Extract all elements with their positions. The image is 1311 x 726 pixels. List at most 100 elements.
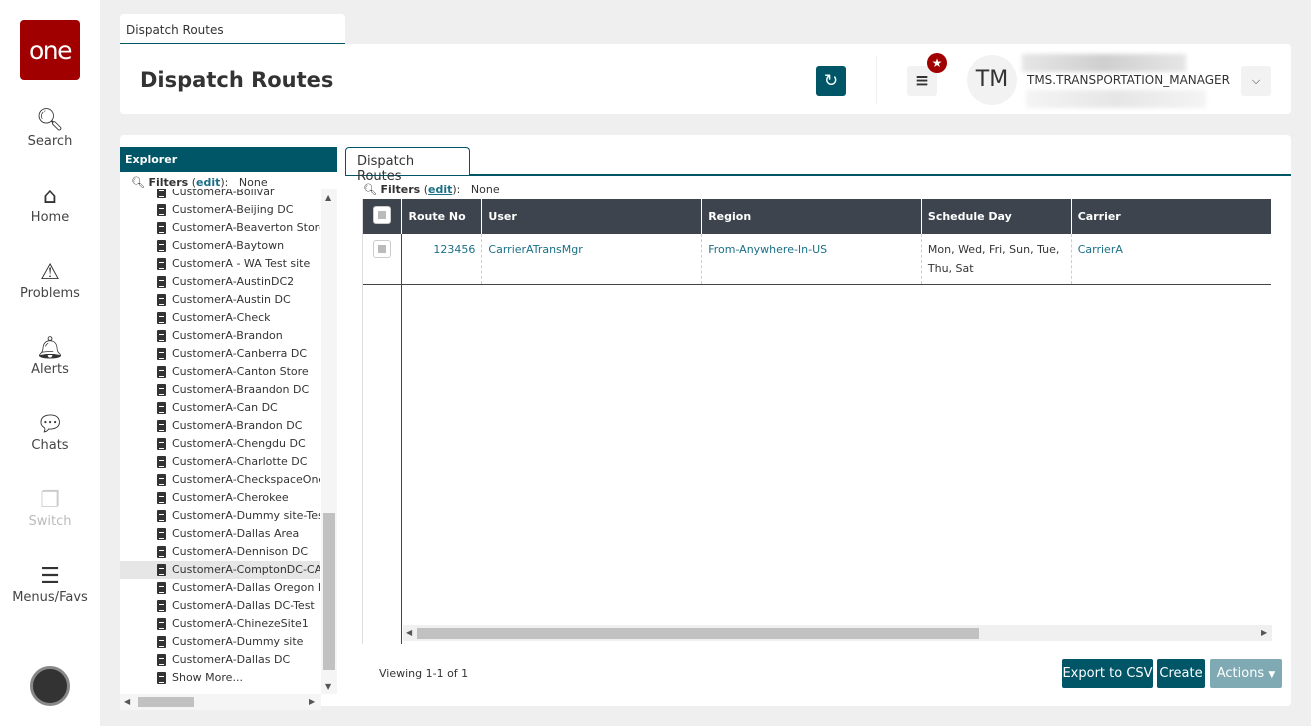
explorer-filters: 🔍︎ Filters (edit): None: [131, 176, 268, 189]
carrier-cell[interactable]: CarrierA: [1071, 234, 1271, 285]
tree-item-label: CustomerA-Bolivar: [172, 189, 275, 198]
tree-item[interactable]: CustomerA - WA Test site: [120, 255, 320, 273]
user-cell[interactable]: CarrierATransMgr: [481, 234, 703, 285]
scrollbar-thumb[interactable]: [417, 628, 979, 639]
bell-icon: 🔔︎: [36, 336, 64, 361]
tree-horizontal-scrollbar[interactable]: ◀ ▶: [120, 694, 321, 710]
one-logo[interactable]: one: [20, 20, 80, 80]
tree-item[interactable]: CustomerA-Bolivar: [120, 189, 320, 201]
tree-item-label: CustomerA-Cherokee: [172, 491, 289, 504]
scrollbar-thumb[interactable]: [323, 513, 335, 670]
column-header-schedule-day[interactable]: Schedule Day: [921, 199, 1072, 234]
nav-home[interactable]: ⌂ Home: [0, 184, 100, 225]
nav-menus-favs[interactable]: ☰ Menus/Favs: [0, 564, 100, 605]
scroll-right-icon[interactable]: ▶: [1261, 628, 1267, 637]
user-avatar[interactable]: TM: [967, 55, 1017, 105]
document-icon: [157, 582, 166, 594]
tree-item[interactable]: CustomerA-Canberra DC: [120, 345, 320, 363]
nav-label: Switch: [28, 514, 72, 529]
tree-item[interactable]: CustomerA-Dennison DC: [120, 543, 320, 561]
tab-dispatch-routes[interactable]: Dispatch Routes: [345, 147, 470, 184]
tree-item[interactable]: CustomerA-Brandon DC: [120, 417, 320, 435]
region-cell[interactable]: From-Anywhere-In-US: [701, 234, 922, 285]
grid-horizontal-scrollbar[interactable]: ◀ ▶: [403, 625, 1272, 641]
tree-item[interactable]: CustomerA-Braandon DC: [120, 381, 320, 399]
tree-item[interactable]: CustomerA-Charlotte DC: [120, 453, 320, 471]
document-icon: [157, 204, 166, 216]
tree-item[interactable]: Show More...: [120, 669, 320, 687]
viewing-count: Viewing 1-1 of 1: [379, 667, 469, 680]
create-button[interactable]: Create: [1157, 659, 1205, 688]
nav-label: Search: [27, 134, 73, 149]
tree-item[interactable]: CustomerA-Austin DC: [120, 291, 320, 309]
scroll-left-icon[interactable]: ◀: [406, 628, 412, 637]
tree-item-label: CustomerA-Dummy site: [172, 635, 304, 648]
scroll-right-icon[interactable]: ▶: [309, 697, 315, 706]
tree-item[interactable]: CustomerA-Canton Store: [120, 363, 320, 381]
menu-icon: ☰: [40, 564, 60, 589]
tree-item[interactable]: CustomerA-Beijing DC: [120, 201, 320, 219]
user-dropdown-button[interactable]: ⌵: [1241, 66, 1271, 96]
nav-switch: ❐ Switch: [0, 488, 100, 529]
column-header-route-no[interactable]: Route No: [401, 199, 483, 234]
tree-item[interactable]: CustomerA-ComptonDC-CA: [120, 561, 320, 579]
select-all-checkbox[interactable]: [373, 206, 391, 224]
nav-chats[interactable]: 💬︎ Chats: [0, 412, 100, 453]
tree-item[interactable]: CustomerA-Cherokee: [120, 489, 320, 507]
tree-item[interactable]: CustomerA-Baytown: [120, 237, 320, 255]
tree-item-label: CustomerA-Chengdu DC: [172, 437, 306, 450]
tree-item[interactable]: CustomerA-AustinDC2: [120, 273, 320, 291]
grid-filters: 🔍︎ Filters (edit): None: [363, 183, 500, 196]
tree-item-label: CustomerA-Check: [172, 311, 271, 324]
tree-item[interactable]: CustomerA-Dummy site: [120, 633, 320, 651]
favorite-star-icon[interactable]: ★: [927, 53, 947, 73]
route-no-cell[interactable]: 123456: [401, 234, 483, 285]
explorer-title: Explorer: [120, 147, 337, 172]
actions-label: Actions: [1216, 666, 1265, 681]
tree-item-label: CustomerA-Beaverton Store: [172, 221, 320, 234]
export-csv-button[interactable]: Export to CSV: [1062, 659, 1153, 688]
explorer-tree: CustomerA-Bolivar CustomerA-Beijing DC Cus…: [120, 189, 320, 694]
tree-item-label: CustomerA-CheckspaceOne: [172, 473, 320, 486]
row-checkbox[interactable]: [373, 240, 391, 258]
tree-item[interactable]: CustomerA-Dallas Oregon DC: [120, 579, 320, 597]
column-header-user[interactable]: User: [481, 199, 703, 234]
filters-value: None: [470, 183, 500, 196]
caret-down-icon: ▼: [1268, 670, 1276, 680]
tree-item-label: CustomerA-Brandon: [172, 329, 283, 342]
tree-item[interactable]: CustomerA-CheckspaceOne: [120, 471, 320, 489]
nav-alerts[interactable]: 🔔︎ Alerts: [0, 336, 100, 377]
scroll-left-icon[interactable]: ◀: [124, 697, 130, 706]
refresh-button[interactable]: ↻: [816, 66, 846, 96]
tree-item[interactable]: CustomerA-Dallas Area: [120, 525, 320, 543]
tree-item[interactable]: CustomerA-Beaverton Store: [120, 219, 320, 237]
column-header-region[interactable]: Region: [701, 199, 922, 234]
home-icon: ⌂: [43, 184, 57, 209]
tree-item[interactable]: CustomerA-ChinezeSite1: [120, 615, 320, 633]
tab-underline: [345, 174, 1291, 176]
scroll-down-icon[interactable]: ▼: [325, 682, 331, 691]
nav-search[interactable]: 🔍︎ Search: [0, 108, 100, 149]
nav-problems[interactable]: ⚠︎ Problems: [0, 260, 100, 301]
document-icon: [157, 492, 166, 504]
tree-item-label: CustomerA-AustinDC2: [172, 275, 295, 288]
tree-item[interactable]: CustomerA-Can DC: [120, 399, 320, 417]
actions-button[interactable]: Actions ▼: [1210, 659, 1282, 688]
tree-item[interactable]: CustomerA-Chengdu DC: [120, 435, 320, 453]
scroll-up-icon[interactable]: ▲: [325, 193, 331, 202]
tree-item[interactable]: CustomerA-Dallas DC-Test: [120, 597, 320, 615]
tree-item[interactable]: CustomerA-Dummy site-Test: [120, 507, 320, 525]
filters-edit-link[interactable]: edit: [196, 176, 220, 189]
scrollbar-thumb[interactable]: [138, 697, 194, 707]
tree-item-label: CustomerA-Dallas Area: [172, 527, 300, 540]
filters-edit-link[interactable]: edit: [428, 183, 452, 196]
document-icon: [157, 420, 166, 432]
tree-item[interactable]: CustomerA-Check: [120, 309, 320, 327]
assistant-avatar[interactable]: [30, 666, 70, 706]
tree-vertical-scrollbar[interactable]: ▲ ▼: [321, 189, 337, 694]
page-tab[interactable]: Dispatch Routes: [120, 14, 345, 45]
document-icon: [157, 189, 166, 198]
column-header-carrier[interactable]: Carrier: [1071, 199, 1271, 234]
tree-item[interactable]: CustomerA-Dallas DC: [120, 651, 320, 669]
tree-item[interactable]: CustomerA-Brandon: [120, 327, 320, 345]
